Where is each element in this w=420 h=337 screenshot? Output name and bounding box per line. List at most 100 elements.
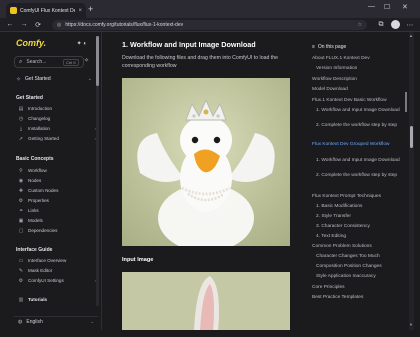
duck-illustration [137,98,275,246]
toc-item[interactable]: Character Changes Too Much [316,254,400,260]
search-placeholder: Search... [26,59,47,65]
rabbit-ears-illustration [194,276,219,330]
settings-icon: ⚙ [18,197,24,204]
site-info-icon[interactable]: ◎ [57,22,61,28]
sidebar-item-custom-nodes[interactable]: ✚ Custom Nodes [18,186,96,195]
sidebar-item-label: Workflow [28,168,47,173]
profile-avatar[interactable] [391,20,400,29]
box-icon: ▢ [18,227,24,234]
language-value: English [26,318,43,325]
sidebar-scroll-thumb[interactable] [96,36,99,86]
input-image-heading: Input Image [122,257,154,263]
toc-heading: ≡ On this page [312,44,346,50]
toc-item[interactable]: Flux Kontext Prompt Techniques [312,194,400,200]
close-window-button[interactable]: ✕ [402,3,408,11]
toc-item[interactable]: Common Problem Solutions [312,244,400,250]
browser-navbar: ← → ⟳ ◎ https://docs.comfy.org/tutorials… [0,18,420,32]
toc-item[interactable]: 1. Workflow and Input Image Download [316,108,400,114]
theme-toggle-icon[interactable]: ✦ ◐ [77,40,87,47]
minimize-button[interactable]: — [368,3,375,10]
address-bar[interactable]: ◎ https://docs.comfy.org/tutorials/flux/… [52,19,367,30]
scroll-down-arrow-icon[interactable]: ▼ [409,322,413,327]
sidebar-item-properties[interactable]: ⚙ Properties [18,196,96,205]
toc-item[interactable]: 4. Text Editing [316,234,400,240]
browser-menu-button[interactable]: ⋯ [406,21,414,29]
sidebar-item-tutorials[interactable]: ▥ Tutorials [18,295,96,304]
table-of-contents: ≡ On this page About FLUX.1 Kontext Dev V… [304,32,408,330]
sidebar-item-links[interactable]: ⚭ Links [18,206,96,215]
sidebar-item-getting-started[interactable]: ➚Getting Started› [18,134,96,143]
ask-ai-icon[interactable]: ✧ [84,57,89,64]
sidebar-item-label: Dependencies [28,228,58,233]
sidebar-item-label: Models [28,218,43,223]
sidebar-item-label: Links [28,208,39,213]
toc-item[interactable]: Composition Position Changes [316,264,400,270]
sidebar-get-started-link[interactable]: ✧ Get Started ⌄ [12,74,92,84]
docs-sidebar: Comfy. ✦ ◐ ⌕ Search... Ctrl K ✧ ✧ Get St… [6,32,102,330]
input-image-rabbit[interactable] [122,272,290,330]
toc-item[interactable]: 1. Workflow and Input Image Download [316,158,400,164]
section-heading: 1. Workflow and Input Image Download [122,40,256,49]
sidebar-item-label: Custom Nodes [28,188,59,193]
toc-item[interactable]: Best Practice Templates [312,295,400,301]
toc-item[interactable]: 3. Character Consistency [316,224,400,230]
tab-close-icon[interactable]: × [78,8,82,14]
sidebar-item-installation[interactable]: ⤓Installation› [18,124,96,133]
toc-item[interactable]: Model Download [312,87,400,93]
sidebar-item-comfyui-settings[interactable]: ⚙ComfyUI Settings› [18,276,96,285]
sidebar-item-label: Properties [28,198,49,203]
sidebar-item-models[interactable]: ▣ Models [18,216,96,225]
sidebar-item-interface-overview[interactable]: ▭ Interface Overview [18,256,96,265]
book-icon: ▥ [18,296,24,303]
toc-item[interactable]: Flux.1 Kontext Dev Basic Workflow [312,98,400,104]
clock-icon: ◷ [18,115,24,122]
toc-item[interactable]: Workflow Description [312,77,400,83]
maximize-button[interactable]: ☐ [384,3,390,11]
forward-button[interactable]: → [20,21,28,28]
extensions-icon[interactable]: ⧉ [377,21,385,29]
layout-icon: ▭ [18,257,24,264]
page-scroll-thumb[interactable] [410,126,413,148]
chevron-down-icon: ⌄ [87,76,92,82]
toc-heading-label: On this page [317,44,347,50]
toc-item[interactable]: Style Application Inaccuracy [316,274,400,280]
workflow-image-duck-with-crown[interactable] [122,78,290,246]
sidebar-item-introduction[interactable]: ▤ Introduction [18,104,96,113]
toc-item[interactable]: Flux Kontext Dev Grouped Workflow [312,142,400,148]
toc-item[interactable]: 2. Style Transfer [316,214,400,220]
reload-button[interactable]: ⟳ [34,21,42,29]
new-tab-button[interactable]: + [88,4,93,14]
url-text[interactable]: https://docs.comfy.org/tutorials/flux/fl… [65,22,353,28]
link-icon: ⚭ [18,207,24,214]
cube-icon: ▣ [18,217,24,224]
search-input[interactable]: ⌕ Search... Ctrl K [14,56,84,68]
sidebar-item-label: Installation [28,126,50,131]
toc-item[interactable]: Version Information [316,66,400,72]
sidebar-item-dependencies[interactable]: ▢ Dependencies [18,226,96,235]
sidebar-item-mask-editor[interactable]: ✎ Mask Editor [18,266,96,275]
sidebar-item-label: Interface Overview [28,258,67,263]
back-button[interactable]: ← [6,21,14,28]
puzzle-icon: ✚ [18,187,24,194]
page-scrollbar[interactable] [409,32,414,330]
toc-item[interactable]: 2. Complete the workflow step by step [316,173,400,179]
bookmark-star-icon[interactable]: ☆ [358,22,362,28]
scroll-up-arrow-icon[interactable]: ▲ [409,33,413,38]
toc-item[interactable]: Core Principles [312,285,400,291]
search-icon: ⌕ [19,58,23,65]
comfy-logo[interactable]: Comfy. [16,38,46,48]
sidebar-item-label: Nodes [28,178,42,183]
browser-tab[interactable]: ComfyUI Flux Kontext Dev Native × [6,3,86,18]
sidebar-item-workflow[interactable]: ⚲ Workflow [18,166,96,175]
sidebar-item-changelog[interactable]: ◷ Changelog [18,114,96,123]
toc-item[interactable]: About FLUX.1 Kontext Dev [312,56,400,62]
file-icon: ▤ [18,105,24,112]
section-title-basic-concepts: Basic Concepts [16,156,54,162]
rocket-icon: ➚ [18,135,24,142]
article-content: 1. Workflow and Input Image Download Dow… [112,32,302,330]
sidebar-item-nodes[interactable]: ◉ Nodes [18,176,96,185]
toc-item[interactable]: 2. Complete the workflow step by step [316,123,400,129]
language-select[interactable]: ◍ English ⌄ [14,316,98,326]
toc-item[interactable]: 1. Basic Modifications [316,204,400,210]
browser-tabstrip: ComfyUI Flux Kontext Dev Native × + — ☐ … [0,0,420,18]
